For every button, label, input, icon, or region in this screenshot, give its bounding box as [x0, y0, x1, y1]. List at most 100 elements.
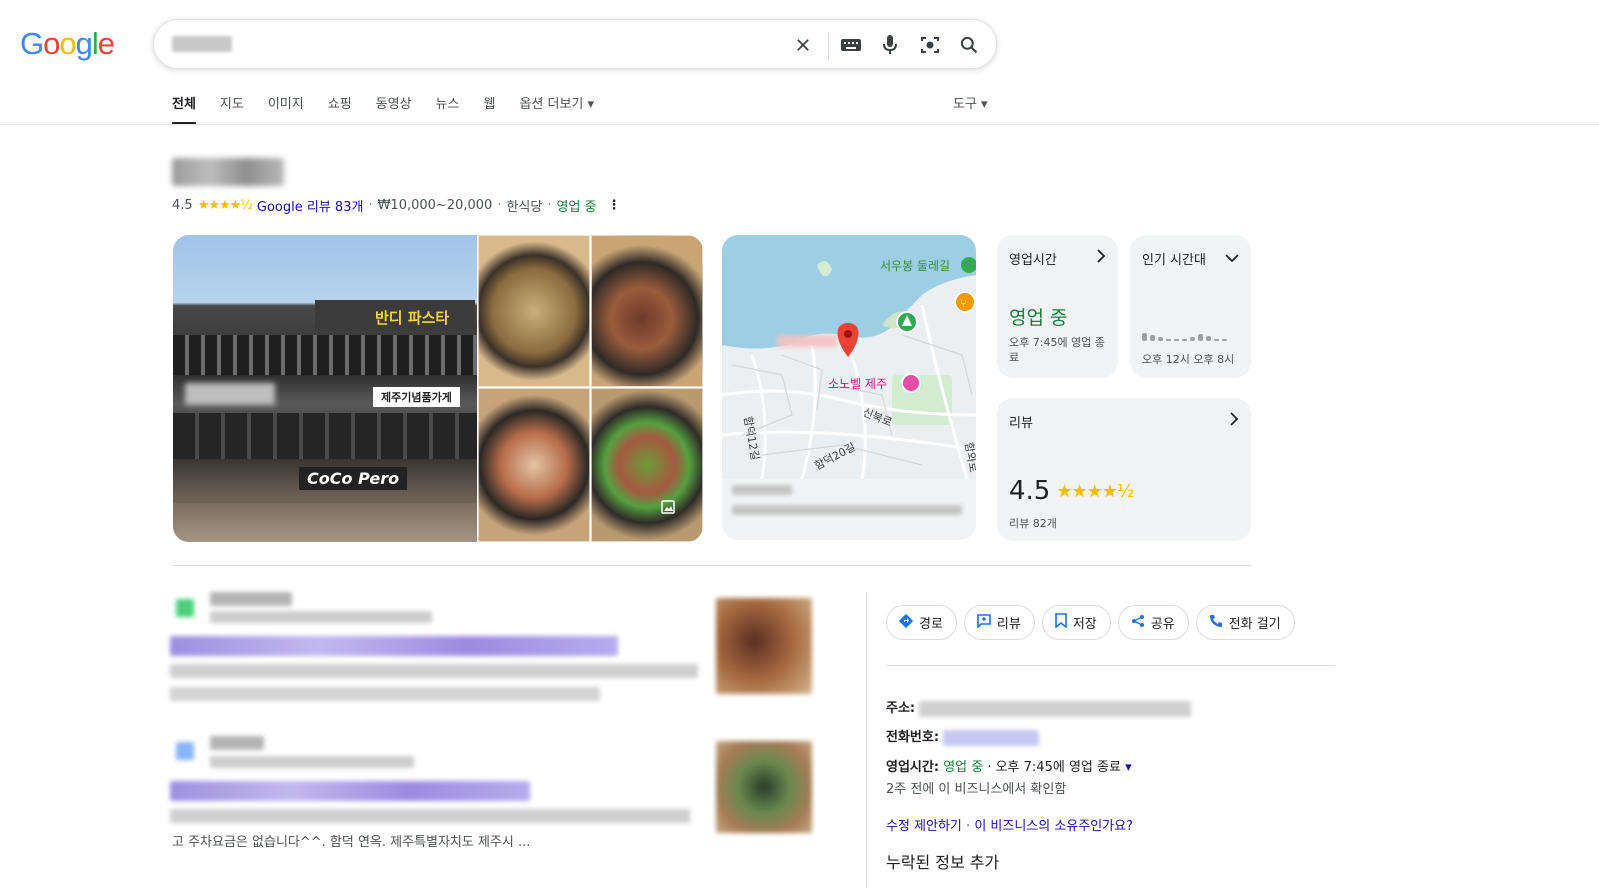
windows-lower: [173, 413, 477, 459]
popular-times-labels: 오후 12시 오후 8시: [1142, 353, 1235, 366]
sign-bandi-pasta: 반디 파스타: [375, 309, 450, 327]
tab-more-options[interactable]: 옵션 더보기 ▾: [519, 93, 594, 125]
suggest-edit-link[interactable]: 수정 제안하기: [886, 819, 962, 834]
hours-card-close-time: 오후 7:45에 영업 종료: [1009, 336, 1105, 364]
popular-times-bars: [1142, 327, 1227, 341]
blurred-map-label: [777, 335, 837, 347]
popular-times-bar: [1198, 334, 1203, 341]
separator-dot: ·: [497, 198, 502, 213]
actions-divider: [886, 665, 1335, 666]
sidewalk: [173, 503, 477, 542]
sign-souvenir-shop: 제주기념품가게: [373, 387, 460, 407]
popular-times-bar: [1158, 337, 1163, 341]
tab-shopping[interactable]: 쇼핑: [328, 93, 352, 125]
reviews-card-title: 리뷰: [1009, 416, 1033, 431]
storefront-photo[interactable]: 반디 파스타 제주기념품가게 CoCo Pero: [173, 235, 477, 542]
column-divider: [866, 592, 867, 888]
map-card[interactable]: 서우봉 둘레길 ⑂ 소노벨 제주 신북로 함덕12길 함덕20길 함와로: [722, 235, 976, 540]
blurred-result-title[interactable]: [170, 781, 530, 801]
reviews-card[interactable]: 리뷰 4.5 ★★★★½ 리뷰 82개: [997, 398, 1251, 541]
search-tabs: 전체 지도 이미지 쇼핑 동영상 뉴스 웹 옵션 더보기 ▾: [172, 93, 618, 125]
google-logo[interactable]: Google: [20, 26, 115, 62]
food-photo[interactable]: [478, 235, 590, 387]
logo-letter: g: [75, 26, 93, 61]
blurred-snippet: [170, 664, 698, 678]
directions-button[interactable]: 경로: [886, 605, 957, 640]
blurred-snippet: [170, 687, 600, 701]
blurred-phone-value[interactable]: [943, 729, 1040, 746]
owner-link[interactable]: 이 비즈니스의 소유주인가요?: [974, 819, 1133, 834]
more-options-icon[interactable]: ⋮: [608, 198, 621, 213]
blurred-snippet: [170, 809, 690, 823]
add-missing-info-heading: 누락된 정보 추가: [886, 853, 1000, 872]
review-icon: [977, 613, 991, 632]
gallery-icon[interactable]: [657, 496, 679, 518]
blurred-url: [210, 756, 414, 768]
action-buttons: 경로 리뷰 저장 공유 전화 걸기: [886, 605, 1295, 640]
blurred-address: [732, 485, 962, 527]
logo-letter: o: [43, 26, 60, 61]
hours-label: 영업시간:: [886, 760, 940, 775]
address-row: 주소:: [886, 697, 1192, 717]
hours-dropdown-icon[interactable]: ▾: [1125, 760, 1132, 775]
search-input[interactable]: [172, 33, 772, 57]
chevron-down-icon[interactable]: [1225, 249, 1239, 267]
microphone-icon[interactable]: [877, 32, 903, 58]
edit-links: 수정 제안하기 · 이 비즈니스의 소유주인가요?: [886, 815, 1133, 834]
popular-times-card[interactable]: 인기 시간대 오후 12시 오후 8시: [1130, 235, 1251, 378]
map-view[interactable]: 서우봉 둘레길 ⑂ 소노벨 제주 신북로 함덕12길 함덕20길 함와로: [722, 235, 976, 479]
tab-maps[interactable]: 지도: [220, 93, 244, 125]
blurred-address-value: [919, 700, 1192, 717]
food-photo[interactable]: [591, 235, 703, 387]
logo-letter: e: [97, 26, 115, 61]
restaurant-icon: ⑂: [960, 297, 967, 310]
call-button[interactable]: 전화 걸기: [1195, 605, 1295, 640]
save-button[interactable]: 저장: [1041, 605, 1111, 640]
food-photo[interactable]: [591, 388, 703, 542]
result-snippet: 고 주차요금은 없습니다^^. 함덕 연옥. 제주특별자치도 제주시 ...: [172, 835, 531, 850]
rating-stars-icon: ★★★★½: [197, 198, 253, 213]
logo-letter: o: [59, 26, 76, 61]
tab-news[interactable]: 뉴스: [436, 93, 460, 125]
bookmark-icon: [1055, 613, 1067, 632]
chevron-right-icon: [1229, 412, 1239, 430]
section-divider: [172, 565, 1251, 566]
popular-times-bar: [1206, 336, 1211, 341]
review-button[interactable]: 리뷰: [963, 605, 1035, 640]
windows: [173, 335, 477, 375]
map-label-place: 소노벨 제주: [828, 377, 887, 391]
photo-collage[interactable]: 반디 파스타 제주기념품가게 CoCo Pero: [173, 235, 703, 542]
hours-card-status: 영업 중: [1009, 307, 1068, 329]
business-title-blurred: [172, 158, 284, 186]
food-photo[interactable]: [478, 388, 590, 542]
tab-images[interactable]: 이미지: [268, 93, 304, 125]
directions-label: 경로: [919, 617, 943, 632]
review-label: 리뷰: [996, 617, 1021, 632]
separator-dot: ·: [547, 198, 552, 213]
reviews-rating-value: 4.5: [1009, 476, 1051, 506]
camera-search-icon[interactable]: [917, 32, 943, 58]
result-thumbnail[interactable]: [716, 741, 812, 833]
blurred-url: [210, 611, 432, 623]
google-reviews-link[interactable]: Google 리뷰 83개: [257, 196, 364, 215]
tab-web[interactable]: 웹: [483, 93, 495, 125]
clear-icon[interactable]: [790, 32, 816, 58]
sign-coco-pero: CoCo Pero: [299, 467, 408, 490]
call-label: 전화 걸기: [1228, 617, 1281, 632]
keyboard-icon[interactable]: [838, 32, 864, 58]
blurred-sign: [185, 383, 275, 405]
open-status: 영업 중: [556, 200, 597, 215]
tab-videos[interactable]: 동영상: [376, 93, 412, 125]
hours-card[interactable]: 영업시간 영업 중 오후 7:45에 영업 종료: [997, 235, 1118, 378]
tools-button[interactable]: 도구 ▾: [953, 93, 988, 112]
search-icon[interactable]: [956, 32, 982, 58]
header-divider: [0, 124, 1599, 125]
blurred-result-title[interactable]: [170, 636, 618, 656]
logo-letter: G: [20, 26, 44, 61]
popular-times-bar: [1214, 339, 1219, 341]
result-thumbnail[interactable]: [716, 598, 812, 694]
tab-all[interactable]: 전체: [172, 93, 196, 125]
share-button[interactable]: 공유: [1117, 605, 1189, 640]
search-box[interactable]: [153, 19, 997, 69]
hours-open-status: 영업 중: [943, 760, 984, 775]
